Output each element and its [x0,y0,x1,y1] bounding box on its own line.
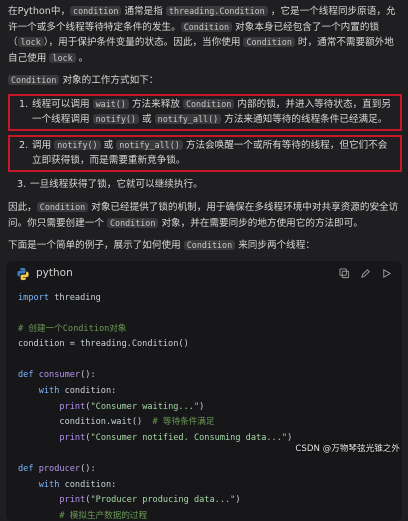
text: 在Python中， [8,6,71,17]
inline-code: Condition [182,98,235,109]
how-it-works-heading: Condition 对象的工作方式如下： [8,73,402,89]
text: 或 [138,114,155,125]
list-number: 2. [19,139,29,151]
python-icon [17,267,29,280]
list-number: 3. [17,178,27,190]
inline-code: lock [49,52,76,63]
example-intro: 下面是一个简单的例子，展示了如何使用 Condition 来同步两个线程： [8,238,402,254]
code-line: condition.wait() # 等待条件满足 [18,417,215,428]
inline-code: Condition [180,21,233,32]
code-line: import threading [18,292,101,303]
inline-code: condition [70,6,122,16]
inline-code: Condition [36,202,89,212]
text: 调用 [32,139,55,151]
inline-code: notify_all() [154,114,222,124]
list-item-3: 3. 一旦线程获得了锁，它就可以继续执行。 [8,176,402,194]
inline-code: lock [17,37,44,47]
code-line: def producer(): [18,464,96,475]
code-line: with condition: [38,386,117,397]
code-line: condition = threading.Condition() [18,339,189,350]
code-line: print("Producer producing data...") [59,495,241,506]
text: 对象的工作方式如下： [59,75,159,86]
code-line: # 创建一个Condition对象 [18,323,127,334]
inline-code: notify() [92,114,139,124]
text: 来同步两个线程： [235,240,315,251]
inline-code: Condition [243,37,295,47]
code-block: python import threading # 创建一个Condition对… [6,260,402,521]
code-block-header: python [6,261,402,287]
text: 线程可以调用 [32,98,93,110]
code-line: # 模拟生产数据的过程 [59,510,148,521]
text: 一旦线程获得了锁，它就可以继续执行。 [30,178,203,190]
inline-code: Condition [107,217,159,228]
edit-icon[interactable] [360,268,371,279]
list-item-2: 2. 调用 notify() 或 notify_all() 方法会唤醒一个或所有… [8,134,402,172]
inline-code: threading.Condition [165,6,268,16]
inline-code: Condition [183,240,236,250]
text: 对象，并在需要同步的地方使用它的方法即可。 [158,217,363,229]
code-line: def consumer(): [18,370,96,381]
inline-code: Condition [8,75,60,85]
watermark: CSDN @万物琴弦光锥之外 [295,443,400,454]
run-icon[interactable] [381,268,392,279]
intro-paragraph: 在Python中， condition 通常是指 threading.Condit… [8,4,402,66]
text: 方法来释放 [128,98,183,110]
inline-code: wait() [92,98,129,109]
text: 因此， [8,202,37,213]
inline-code: notify_all() [116,139,183,150]
summary-paragraph: 因此， Condition 对象已经提供了锁的机制，用于确保在多线程环境中对共享资… [8,200,402,231]
text: 下面是一个简单的例子，展示了如何使用 [8,240,184,251]
code-line: with condition: [38,479,117,490]
inline-code: notify() [54,139,101,150]
copy-icon[interactable] [339,268,350,279]
code-actions [339,268,392,279]
text: 或 [100,139,117,151]
list-item-1: 1. 线程可以调用 wait() 方法来释放 Condition 内部的锁，并进… [8,93,402,131]
steps-list: 1. 线程可以调用 wait() 方法来释放 Condition 内部的锁，并进… [8,93,402,194]
code-content: import threading # 创建一个Condition对象 condit… [6,287,402,521]
text: 通常是指 [121,6,166,17]
text: 。 [75,52,89,64]
code-language-label: python [36,266,73,279]
code-line: print("Consumer waiting...") [59,401,205,412]
list-number: 1. [19,98,29,110]
text: ），用于保护条件变量的状态。因此，当你使用 [43,37,244,48]
text: 方法来通知等待的线程条件已经满足。 [221,114,388,125]
